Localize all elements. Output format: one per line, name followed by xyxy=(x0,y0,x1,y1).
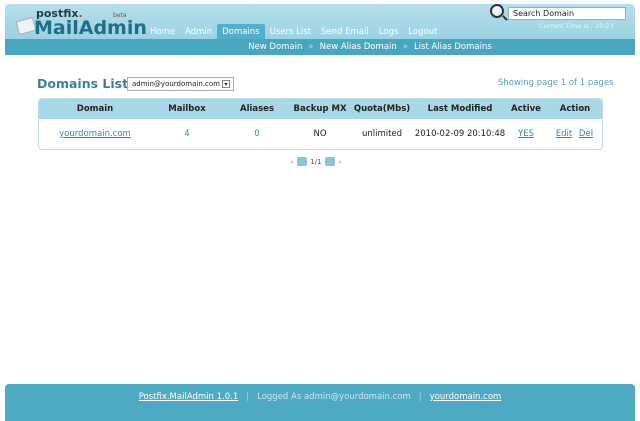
col-backup-mx: Backup MX xyxy=(293,104,347,114)
edit-link[interactable]: Edit xyxy=(556,129,572,139)
domain-footer-link[interactable]: yourdomain.com xyxy=(430,392,502,402)
page-title: Domains List xyxy=(37,76,129,91)
quota: unlimited xyxy=(361,129,403,139)
logo: MailAdmin xyxy=(34,17,147,39)
backup-mx: NO xyxy=(313,129,327,139)
next-page-icon[interactable] xyxy=(324,157,335,166)
subnav-new-domain[interactable]: New Domain xyxy=(248,42,302,52)
main-nav: Home Admin Domains Users List Send Email… xyxy=(145,24,442,39)
separator: » xyxy=(308,42,314,52)
logged-as: Logged As admin@yourdomain.com xyxy=(257,392,411,402)
separator: » xyxy=(402,42,408,52)
domains-table: Domain Mailbox Aliases Backup MX Quota(M… xyxy=(38,98,603,150)
last-modified: 2010-02-09 20:10:48 xyxy=(414,129,506,139)
table-header: Domain Mailbox Aliases Backup MX Quota(M… xyxy=(39,99,602,119)
col-last-modified: Last Modified xyxy=(427,104,493,114)
col-quota: Quota(Mbs) xyxy=(353,104,411,114)
separator: | xyxy=(418,392,422,402)
aliases-count: 0 xyxy=(254,129,260,139)
current-time: Current Time is : 20:23 xyxy=(539,22,614,30)
domain-link[interactable]: yourdomain.com xyxy=(59,129,131,139)
sub-nav: New Domain » New Alias Domain » List Alias D… xyxy=(5,39,635,55)
admin-select-value: admin@yourdomain.com xyxy=(132,80,220,88)
page-indicator: 1/1 xyxy=(310,157,322,166)
active-toggle[interactable]: YES xyxy=(518,129,534,139)
admin-select[interactable]: admin@yourdomain.com ▾ xyxy=(127,77,234,91)
page-status: Showing page 1 of 1 pages xyxy=(498,78,614,88)
col-aliases: Aliases xyxy=(239,104,275,114)
col-domain: Domain xyxy=(76,104,114,114)
mailbox-count: 4 xyxy=(184,129,190,139)
nav-send-email[interactable]: Send Email xyxy=(316,24,374,39)
last-page[interactable]: » xyxy=(338,158,342,166)
nav-users-list[interactable]: Users List xyxy=(265,24,316,39)
nav-logs[interactable]: Logs xyxy=(374,24,404,39)
table-row: yourdomain.com 4 0 NO unlimited 2010-02-… xyxy=(39,119,602,149)
nav-domains[interactable]: Domains xyxy=(217,24,265,39)
nav-home[interactable]: Home xyxy=(145,24,180,39)
first-page[interactable]: « xyxy=(290,158,294,166)
version-link[interactable]: Postfix.MailAdmin 1.0.1 xyxy=(139,392,239,402)
prev-page-icon[interactable] xyxy=(297,157,308,166)
subnav-list-alias-domains[interactable]: List Alias Domains xyxy=(414,42,492,52)
subnav-new-alias-domain[interactable]: New Alias Domain xyxy=(320,42,397,52)
pagination: « 1/1 » xyxy=(290,157,342,166)
search-input[interactable]: Search Domain xyxy=(508,7,626,20)
col-active: Active xyxy=(511,104,541,114)
col-mailbox: Mailbox xyxy=(168,104,206,114)
separator: | xyxy=(246,392,250,402)
search-icon[interactable] xyxy=(490,4,504,18)
nav-logout[interactable]: Logout xyxy=(403,24,442,39)
header: postfix. MailAdmin beta Home Admin Domai… xyxy=(5,4,635,55)
footer: Postfix.MailAdmin 1.0.1 | Logged As admin@… xyxy=(5,384,635,421)
chevron-down-icon: ▾ xyxy=(222,80,230,88)
delete-link[interactable]: Del xyxy=(579,129,593,139)
beta-label: beta xyxy=(113,12,127,19)
col-action: Action xyxy=(559,104,591,114)
nav-admin[interactable]: Admin xyxy=(180,24,217,39)
